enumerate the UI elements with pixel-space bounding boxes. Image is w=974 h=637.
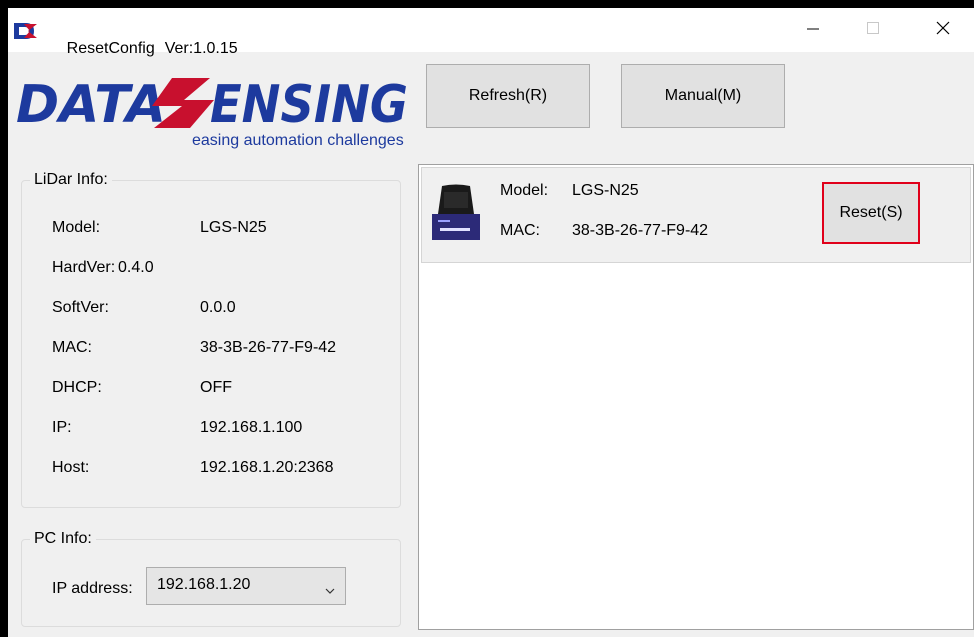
mac-value: 38-3B-26-77-F9-42 xyxy=(200,339,337,356)
manual-button[interactable]: Manual(M) xyxy=(621,64,785,128)
ip-label: IP: xyxy=(52,419,72,436)
softver-label: SoftVer: xyxy=(52,299,109,316)
device-item[interactable]: Model: LGS-N25 MAC: 38-3B-26-77-F9-42 Re… xyxy=(421,167,971,263)
datasensing-logo: DATA ENSING easing automation challenges xyxy=(14,70,410,150)
chevron-down-icon xyxy=(325,582,335,600)
refresh-button[interactable]: Refresh(R) xyxy=(426,64,590,128)
model-value: LGS-N25 xyxy=(200,219,267,236)
close-icon xyxy=(935,20,951,41)
model-label: Model: xyxy=(52,219,101,236)
lidar-device-icon xyxy=(428,184,484,242)
dhcp-value: OFF xyxy=(200,379,232,396)
host-value: 192.168.1.20:2368 xyxy=(200,459,334,476)
minimize-icon xyxy=(806,21,820,40)
device-model-label: Model: xyxy=(500,182,549,199)
app-window: ResetConfig Ver:1.0.15 DATA ENSING easing… xyxy=(8,8,974,637)
maximize-button[interactable] xyxy=(850,8,896,52)
lidar-info-group: LiDar Info: Model: LGS-N25 HardVer: 0.4.… xyxy=(21,171,401,508)
ip-address-select[interactable]: 192.168.1.20 xyxy=(146,567,346,605)
title-bar: ResetConfig Ver:1.0.15 xyxy=(8,8,974,57)
host-label: Host: xyxy=(52,459,90,476)
svg-text:DATA: DATA xyxy=(16,75,166,135)
svg-text:ENSING: ENSING xyxy=(210,75,408,135)
app-name: ResetConfig xyxy=(66,40,155,57)
dhcp-label: DHCP: xyxy=(52,379,102,396)
close-button[interactable] xyxy=(920,8,966,52)
pc-info-group: PC Info: IP address: 192.168.1.20 xyxy=(21,530,401,627)
ip-select-value: 192.168.1.20 xyxy=(157,576,251,593)
app-version: Ver:1.0.15 xyxy=(164,40,238,57)
pc-ip-label: IP address: xyxy=(52,580,133,597)
hardver-label: HardVer: xyxy=(52,259,116,276)
window-title: ResetConfig Ver:1.0.15 xyxy=(40,22,238,76)
ip-value: 192.168.1.100 xyxy=(200,419,303,436)
mac-label: MAC: xyxy=(52,339,92,356)
device-mac-value: 38-3B-26-77-F9-42 xyxy=(572,222,709,239)
minimize-button[interactable] xyxy=(790,8,836,52)
logo-tagline: easing automation challenges xyxy=(192,132,404,149)
reset-button[interactable]: Reset(S) xyxy=(822,182,920,244)
maximize-icon xyxy=(866,21,880,40)
app-icon xyxy=(12,21,38,41)
device-list: Model: LGS-N25 MAC: 38-3B-26-77-F9-42 Re… xyxy=(418,164,974,630)
hardver-value: 0.4.0 xyxy=(118,259,154,276)
device-model-value: LGS-N25 xyxy=(572,182,639,199)
pc-info-legend: PC Info: xyxy=(30,530,96,548)
lidar-info-legend: LiDar Info: xyxy=(30,171,112,189)
device-mac-label: MAC: xyxy=(500,222,540,239)
softver-value: 0.0.0 xyxy=(200,299,236,316)
